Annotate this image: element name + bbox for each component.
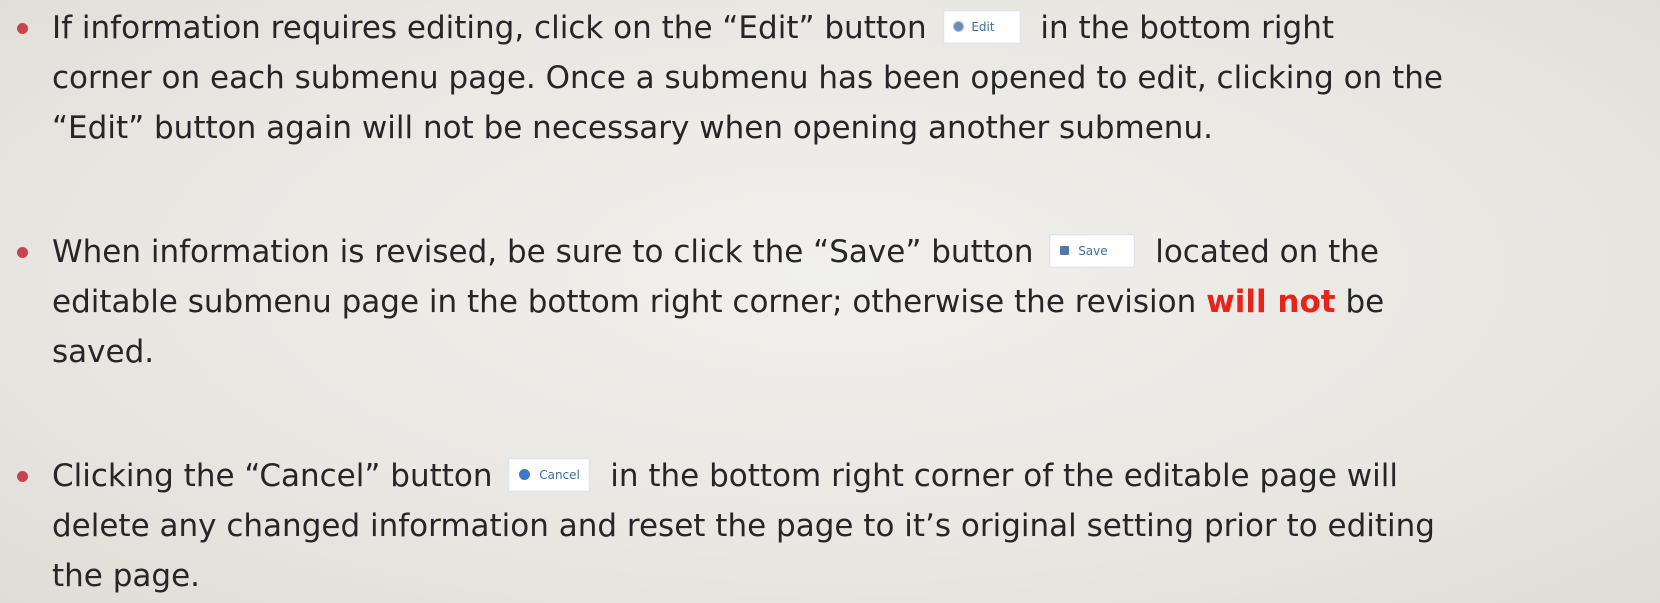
bullet-text: If information requires editing, click o… xyxy=(52,3,1632,153)
emphasis-will-not: will not xyxy=(1206,284,1336,320)
floppy-disk-icon xyxy=(1060,245,1070,255)
text-line: the page. xyxy=(52,558,201,594)
text-line: If information requires editing, click o… xyxy=(52,3,1632,53)
text-line: corner on each submenu page. Once a subm… xyxy=(52,60,1443,96)
text-before-save-button: When information is revised, be sure to … xyxy=(52,234,1034,270)
text-before-cancel-button: Clicking the “Cancel” button xyxy=(52,458,493,494)
bullet-text: When information is revised, be sure to … xyxy=(52,227,1632,377)
text-after-emphasis: be xyxy=(1345,284,1385,320)
gear-icon xyxy=(953,21,963,31)
save-button[interactable]: Save xyxy=(1049,233,1136,268)
text-line: Clicking the “Cancel” button Cancel in t… xyxy=(52,451,1632,501)
bullet-dot-icon xyxy=(17,247,28,258)
text-line: When information is revised, be sure to … xyxy=(52,227,1632,277)
text-after-cancel-button: in the bottom right corner of the editab… xyxy=(610,458,1398,494)
text-line: delete any changed information and reset… xyxy=(52,508,1435,544)
text-before-emphasis: editable submenu page in the bottom righ… xyxy=(52,284,1197,320)
edit-button-label: Edit xyxy=(971,20,995,34)
cancel-button-label: Cancel xyxy=(539,468,580,482)
text-before-edit-button: If information requires editing, click o… xyxy=(52,10,927,46)
bullet-dot-icon xyxy=(17,471,28,482)
edit-button[interactable]: Edit xyxy=(942,9,1021,44)
text-after-edit-button: in the bottom right xyxy=(1040,10,1335,46)
cancel-button[interactable]: Cancel xyxy=(508,457,591,492)
bullet-dot-icon xyxy=(17,23,28,34)
text-line: saved. xyxy=(52,334,155,370)
save-button-label: Save xyxy=(1078,244,1108,258)
bullet-text: Clicking the “Cancel” button Cancel in t… xyxy=(52,451,1632,601)
text-line: editable submenu page in the bottom righ… xyxy=(52,277,1632,327)
cancel-circle-icon xyxy=(519,468,531,480)
slide: If information requires editing, click o… xyxy=(0,0,1660,603)
text-after-save-button: located on the xyxy=(1155,234,1379,270)
text-line: “Edit” button again will not be necessar… xyxy=(52,110,1213,146)
